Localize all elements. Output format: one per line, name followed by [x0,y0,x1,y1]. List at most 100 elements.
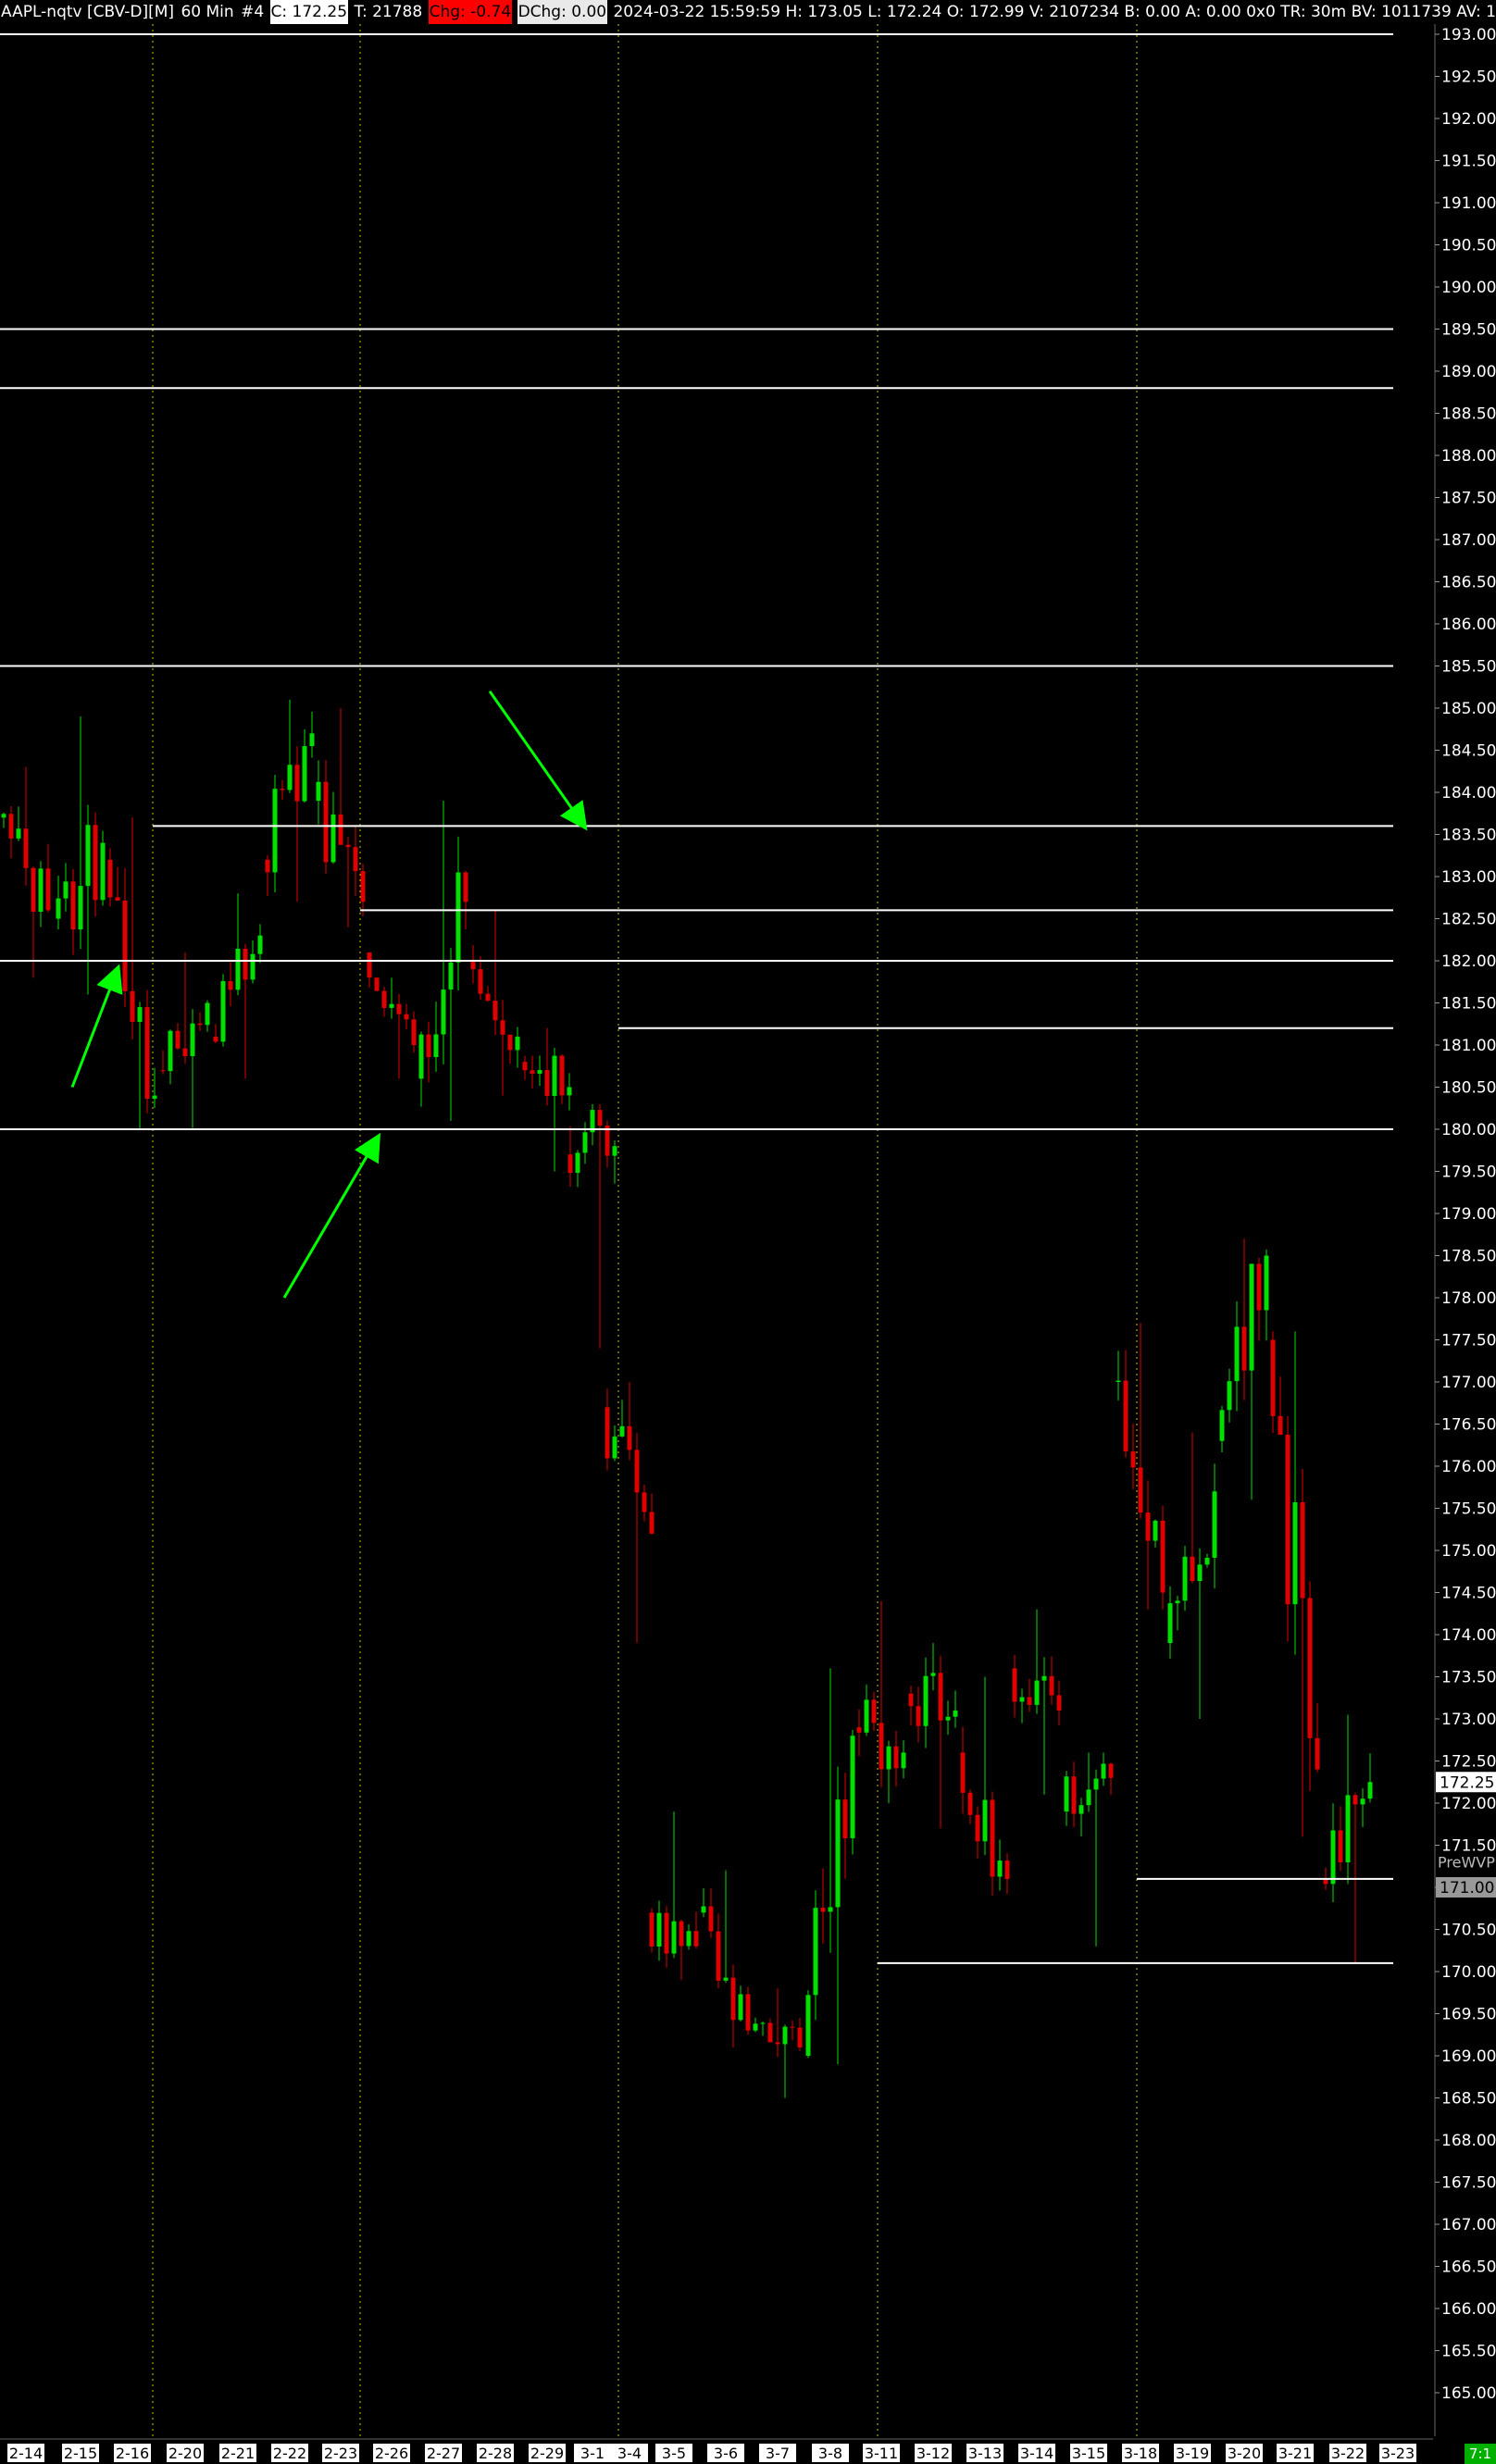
date-label: 2-26 [375,2445,408,2462]
candle-body [1108,1763,1114,1778]
candle-body [930,1673,936,1676]
candle-body [16,828,21,839]
candle-body [1153,1520,1158,1541]
price-tick-label: 179.50 [1441,1164,1496,1182]
price-tick-label: 191.50 [1441,153,1496,171]
candle-body [1116,1380,1121,1382]
price-tick-label: 179.00 [1441,1205,1496,1224]
current-price-label: 172.25 [1440,1773,1494,1792]
price-tick-label: 175.00 [1441,1542,1496,1561]
candle-body [1071,1776,1077,1814]
candle-body [923,1675,929,1726]
price-tick-label: 172.50 [1441,1753,1496,1772]
candle-body [1004,1860,1010,1879]
candle-body [448,962,454,990]
candle-body [738,1994,743,2021]
candle-body [1064,1776,1069,1812]
candle-body [182,1048,188,1057]
price-tick-label: 177.50 [1441,1332,1496,1350]
candle-body [730,1977,736,2021]
corner-badge-label: 7:1 [1469,2445,1491,2462]
interval-label: 60 Min [181,3,234,21]
price-tick-label: 193.00 [1441,26,1496,44]
candle-body [871,1699,877,1724]
price-tick-label: 187.00 [1441,531,1496,550]
price-tick-label: 178.00 [1441,1289,1496,1308]
candle-body [820,1908,826,1912]
candle-body [1012,1668,1017,1702]
candle-body [115,897,120,901]
price-tick-label: 168.50 [1441,2090,1496,2109]
price-tick-label: 165.50 [1441,2343,1496,2361]
candle-body [1078,1805,1084,1814]
candle-body [470,961,476,970]
bar-stats: 2024-03-22 15:59:59 H: 173.05 L: 172.24 … [613,3,1496,21]
candle-body [1241,1326,1247,1371]
candle-body [656,1912,662,1947]
candle-body [107,859,113,898]
candle-body [945,1716,951,1721]
candle-body [1160,1520,1166,1593]
date-label: 3-15 [1072,2445,1105,2462]
chart-number-label: #4 [241,3,265,21]
candle-body [243,949,248,980]
date-label: 3-18 [1124,2445,1157,2462]
candle-body [612,1146,617,1156]
date-label: 2-14 [9,2445,43,2462]
candle-body [530,1070,535,1074]
candle-body [597,1110,603,1126]
candle-body [345,844,351,848]
candle-body [70,881,76,930]
price-tick-label: 186.50 [1441,574,1496,592]
candle-body [144,1007,150,1100]
candle-body [990,1799,995,1877]
candle-body [404,1014,409,1020]
candle-body [8,814,14,839]
price-tick-label: 167.50 [1441,2174,1496,2193]
candle-body [1256,1263,1262,1311]
candle-body [634,1450,640,1493]
price-chart[interactable]: 193.00 192.50 192.00 191.50 191.00 190.50 190.… [0,0,1496,2464]
candle-body [250,953,256,980]
candle-body [960,1752,966,1793]
candle-body [500,1020,505,1035]
candle-body [1027,1697,1032,1705]
date-label: 2-21 [221,2445,255,2462]
candle-body [775,2042,780,2045]
candle-body [38,868,44,913]
candle-body [864,1699,869,1733]
candle-body [997,1860,1003,1877]
candle-body [797,2027,803,2047]
candle-body [708,1906,714,1932]
candle-body [463,872,468,902]
candle-body [374,977,380,991]
candle-body [78,886,83,930]
candle-body [567,1087,572,1096]
candle-body [100,842,106,901]
candle-body [1330,1830,1336,1885]
date-label: 2-16 [116,2445,149,2462]
candle-body [953,1710,958,1717]
date-label: 3-14 [1020,2445,1053,2462]
change-value: Chg: -0.74 [428,0,513,24]
chart-background [0,0,1496,2464]
price-tick-label: 190.50 [1441,237,1496,255]
price-tick-label: 172.00 [1441,1795,1496,1813]
price-tick-label: 189.50 [1441,321,1496,340]
price-tick-label: 181.00 [1441,1037,1496,1055]
candle-body [455,872,461,963]
candle-body [605,1407,610,1459]
candle-body [190,1023,195,1057]
candle-body [679,1921,684,1947]
candle-body [805,1995,811,2056]
candle-body [575,1152,580,1174]
candle-body [45,868,51,911]
candle-body [649,1512,654,1534]
candle-body [309,733,315,747]
candle-body [396,1003,402,1014]
candle-body [813,1908,818,1996]
price-tick-label: 185.50 [1441,658,1496,677]
price-tick-label: 178.50 [1441,1248,1496,1266]
date-label: 2-20 [168,2445,202,2462]
price-tick-label: 188.00 [1441,447,1496,466]
